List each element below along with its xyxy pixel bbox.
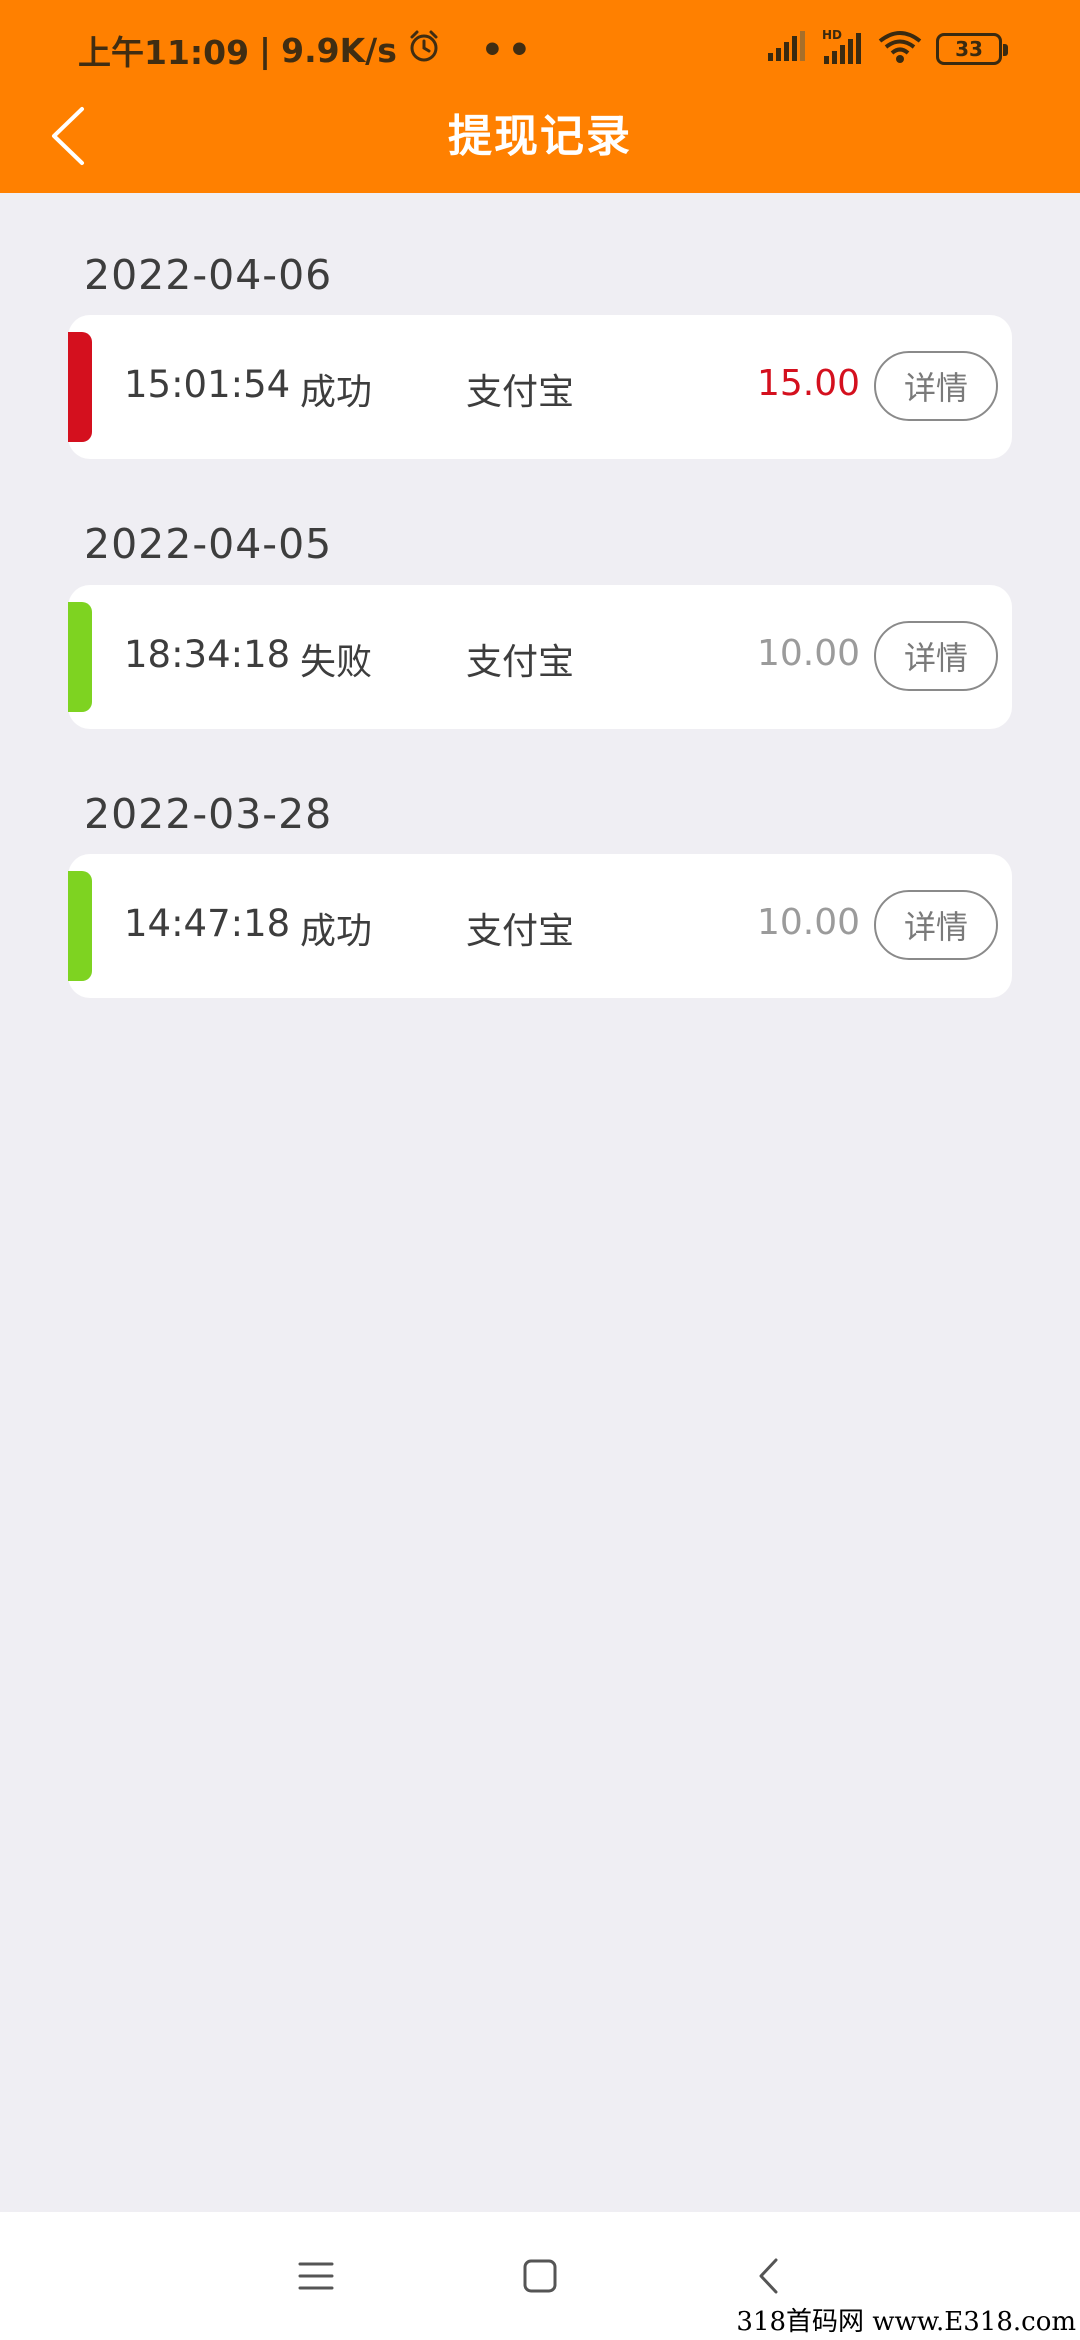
- record-time: 18:34:18: [124, 633, 291, 676]
- alarm-icon: [407, 29, 441, 71]
- hd-badge: HD: [822, 28, 842, 42]
- hd-signal-icon: HD: [820, 28, 864, 70]
- app-header: 上午11:09 | 9.9K/s •• HD 33 提现记录: [0, 0, 1080, 193]
- record-time: 15:01:54: [124, 363, 291, 406]
- status-divider: |: [259, 30, 272, 70]
- record-date: 2022-04-06: [84, 251, 333, 299]
- record-method: 支付宝: [466, 642, 575, 683]
- battery-icon: 33: [936, 33, 1008, 65]
- record-amount: 10.00: [756, 633, 860, 674]
- back-icon[interactable]: [738, 2250, 798, 2302]
- record-card[interactable]: 18:34:18 失败 支付宝 10.00 详情: [68, 585, 1012, 729]
- record-time: 14:47:18: [124, 902, 291, 945]
- detail-button[interactable]: 详情: [874, 351, 998, 421]
- status-bar: 上午11:09 | 9.9K/s •• HD 33: [0, 0, 1080, 95]
- record-amount: 10.00: [756, 902, 860, 943]
- page-title: 提现记录: [448, 111, 632, 162]
- detail-button[interactable]: 详情: [874, 890, 998, 960]
- menu-icon[interactable]: [286, 2250, 346, 2302]
- wifi-icon: [878, 29, 922, 69]
- signal-icon: [766, 31, 806, 67]
- status-color-bar: [68, 332, 92, 442]
- status-time: 上午11:09: [78, 33, 250, 72]
- record-status: 成功: [300, 372, 373, 413]
- status-color-bar: [68, 602, 92, 712]
- status-left: 上午11:09 | 9.9K/s ••: [78, 26, 535, 74]
- notification-dots: ••: [480, 29, 535, 71]
- record-status: 成功: [300, 911, 373, 952]
- record-card[interactable]: 14:47:18 成功 支付宝 10.00 详情: [68, 854, 1012, 998]
- record-date: 2022-03-28: [84, 790, 333, 838]
- home-icon[interactable]: [510, 2250, 570, 2302]
- status-speed: 9.9K/s: [281, 30, 397, 70]
- record-card[interactable]: 15:01:54 成功 支付宝 15.00 详情: [68, 315, 1012, 459]
- status-right: HD 33: [766, 28, 1008, 70]
- record-date: 2022-04-05: [84, 520, 333, 568]
- record-amount: 15.00: [756, 363, 860, 404]
- watermark: 318首码网 www.E318.com: [732, 2304, 1080, 2340]
- status-color-bar: [68, 871, 92, 981]
- record-status: 失败: [300, 642, 373, 683]
- record-method: 支付宝: [466, 911, 575, 952]
- detail-button[interactable]: 详情: [874, 621, 998, 691]
- record-method: 支付宝: [466, 372, 575, 413]
